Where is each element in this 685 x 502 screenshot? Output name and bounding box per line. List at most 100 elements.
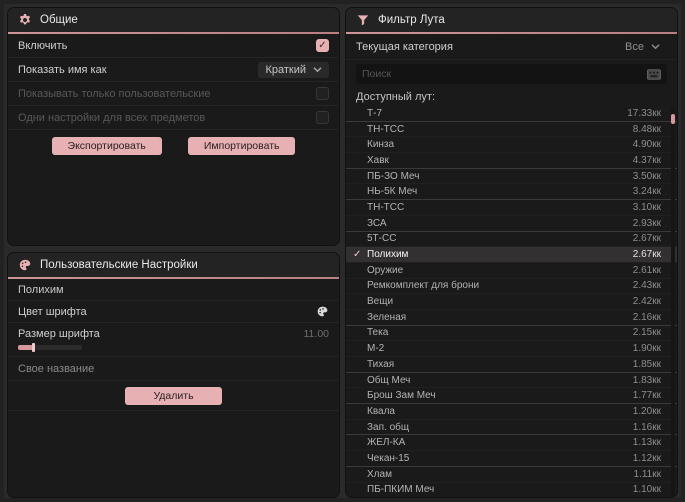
- search-box: [356, 64, 667, 84]
- category-dropdown[interactable]: Все: [618, 39, 667, 55]
- slider-fill: [18, 344, 33, 350]
- loot-item-name: М-2: [367, 343, 385, 355]
- loot-item-name: ЖЕЛ-КА: [367, 437, 406, 449]
- loot-list-item[interactable]: ✓ Брош Зам Меч 1.77кк: [346, 388, 677, 405]
- font-color-label: Цвет шрифта: [18, 305, 87, 318]
- loot-list-item[interactable]: ✓ Полихим 2.67кк: [346, 247, 677, 263]
- selected-item-name: Полихим: [18, 283, 64, 296]
- loot-list: ✓ Т-7 17.33кк ✓ ТН-ТСС 8.48кк ✓ Кинза 4.…: [346, 106, 677, 497]
- only-custom-label: Показывать только пользовательские: [18, 87, 211, 100]
- enable-label: Включить: [18, 39, 68, 52]
- funnel-icon: [357, 15, 369, 26]
- loot-item-name: Хавк: [367, 154, 389, 166]
- panel-custom-title: Пользовательские Настройки: [40, 259, 198, 271]
- palette-icon[interactable]: [316, 305, 329, 318]
- only-custom-checkbox[interactable]: [316, 87, 329, 100]
- delete-button[interactable]: Удалить: [125, 386, 222, 405]
- loot-item-value: 2.93кк: [632, 217, 661, 229]
- gear-icon: [19, 14, 31, 25]
- loot-item-value: 1.77кк: [632, 390, 661, 402]
- loot-list-item[interactable]: ✓ ЗСА 2.93кк: [346, 216, 677, 232]
- loot-item-value: 1.12кк: [632, 452, 661, 464]
- loot-item-value: 2.15кк: [632, 327, 661, 339]
- loot-item-value: 1.13кк: [632, 437, 661, 449]
- loot-item-name: ПБ-ЗО Меч: [367, 170, 420, 182]
- loot-item-value: 3.24кк: [632, 186, 661, 198]
- enable-row: Включить ✓: [8, 34, 339, 58]
- loot-item-value: 2.43кк: [632, 280, 661, 292]
- font-size-label: Размер шрифта: [18, 327, 100, 340]
- loot-item-value: 1.11кк: [633, 468, 661, 480]
- loot-item-name: Общ Меч: [367, 374, 411, 386]
- search-input[interactable]: [362, 68, 641, 80]
- loot-item-name: ТН-ТСС: [367, 201, 405, 213]
- show-name-row: Показать имя как Краткий: [8, 58, 339, 82]
- loot-item-value: 2.67кк: [632, 233, 661, 245]
- same-settings-row: Одни настройки для всех предметов: [8, 106, 339, 130]
- loot-list-item[interactable]: ✓ Хлам 1.11кк: [346, 467, 677, 483]
- loot-list-item[interactable]: ✓ ЖЕЛ-КА 1.13кк: [346, 435, 677, 452]
- loot-list-item[interactable]: ✓ Кинза 4.90кк: [346, 137, 677, 154]
- loot-list-item[interactable]: ✓ Оружие 2.61кк: [346, 263, 677, 279]
- import-button[interactable]: Импортировать: [187, 137, 296, 155]
- loot-item-name: ЗСА: [367, 217, 387, 229]
- scrollbar-thumb[interactable]: [671, 114, 675, 124]
- loot-list-item[interactable]: ✓ Чекан-15 1.12кк: [346, 451, 677, 467]
- delete-row: Удалить: [8, 381, 339, 411]
- enable-checkbox[interactable]: ✓: [316, 39, 329, 52]
- slider-handle[interactable]: [32, 342, 35, 352]
- loot-item-name: Зап. общ: [367, 421, 410, 433]
- loot-list-item[interactable]: ✓ Зеленая 2.16кк: [346, 310, 677, 326]
- palette-icon: [19, 259, 31, 271]
- loot-list-item[interactable]: ✓ Вещи 2.42кк: [346, 294, 677, 310]
- export-button[interactable]: Экспортировать: [51, 137, 162, 155]
- panel-loot-filter: Фильтр Лута Текущая категория Все Доступ: [346, 8, 677, 497]
- keyboard-icon[interactable]: [647, 68, 661, 80]
- custom-name-input[interactable]: [18, 362, 329, 375]
- show-name-dropdown[interactable]: Краткий: [258, 61, 329, 78]
- panel-loot-header: Фильтр Лута: [346, 8, 677, 32]
- mod-settings-page: Общие Включить ✓ Показать имя как Кратки…: [0, 0, 685, 502]
- loot-item-name: Брош Зам Меч: [367, 390, 436, 402]
- panel-custom-settings: Пользовательские Настройки Полихим Цвет …: [8, 253, 339, 497]
- loot-item-name: НЬ-5К Меч: [367, 186, 418, 198]
- loot-list-item[interactable]: ✓ 5Т-СС 2.67кк: [346, 232, 677, 248]
- loot-item-value: 1.10кк: [632, 484, 661, 496]
- font-size-value: 11.00: [303, 327, 330, 340]
- loot-item-name: Оружие: [367, 264, 404, 276]
- loot-list-item[interactable]: ✓ Т-7 17.33кк: [346, 106, 677, 122]
- loot-list-item[interactable]: ✓ Зап. общ 1.16кк: [346, 420, 677, 436]
- loot-item-name: Вещи: [367, 296, 394, 308]
- loot-list-item[interactable]: ✓ ПБ-ЗО Меч 3.50кк: [346, 169, 677, 185]
- loot-list-item[interactable]: ✓ Квала 1.20кк: [346, 404, 677, 420]
- category-value: Все: [625, 40, 644, 53]
- loot-list-item[interactable]: ✓ ТН-ТСС 8.48кк: [346, 122, 677, 138]
- loot-list-item[interactable]: ✓ Ремкомплект для брони 2.43кк: [346, 279, 677, 295]
- available-loot-label: Доступный лут:: [356, 91, 436, 103]
- loot-list-item[interactable]: ✓ ПБ-ПКИМ Меч 1.10кк: [346, 483, 677, 498]
- same-settings-checkbox[interactable]: [316, 111, 329, 124]
- loot-list-item[interactable]: ✓ М-2 1.90кк: [346, 341, 677, 357]
- loot-item-name: Т-7: [367, 107, 382, 119]
- loot-item-name: Чекан-15: [367, 452, 410, 464]
- selected-item-name-row: Полихим: [8, 279, 339, 301]
- font-size-slider[interactable]: [18, 342, 82, 352]
- loot-list-item[interactable]: ✓ НЬ-5К Меч 3.24кк: [346, 184, 677, 201]
- loot-item-value: 1.20кк: [632, 405, 661, 417]
- loot-item-value: 1.16кк: [632, 421, 661, 433]
- loot-list-item[interactable]: ✓ Общ Меч 1.83кк: [346, 373, 677, 389]
- only-custom-row: Показывать только пользовательские: [8, 82, 339, 106]
- panel-loot-title: Фильтр Лута: [378, 14, 445, 26]
- loot-list-item[interactable]: ✓ Тека 2.15кк: [346, 326, 677, 342]
- loot-list-item[interactable]: ✓ Хавк 4.37кк: [346, 153, 677, 169]
- loot-item-value: 2.67кк: [632, 249, 661, 261]
- panel-custom-header: Пользовательские Настройки: [8, 253, 339, 277]
- font-size-row: Размер шрифта 11.00: [8, 323, 339, 357]
- chevron-down-icon: [313, 67, 322, 73]
- loot-list-item[interactable]: ✓ Тихая 1.85кк: [346, 357, 677, 373]
- loot-item-name: Хлам: [367, 468, 392, 480]
- scrollbar-track[interactable]: [671, 108, 675, 497]
- loot-list-item[interactable]: ✓ ТН-ТСС 3.10кк: [346, 200, 677, 216]
- loot-item-name: Ремкомплект для брони: [367, 280, 480, 292]
- category-row: Текущая категория Все: [346, 34, 677, 60]
